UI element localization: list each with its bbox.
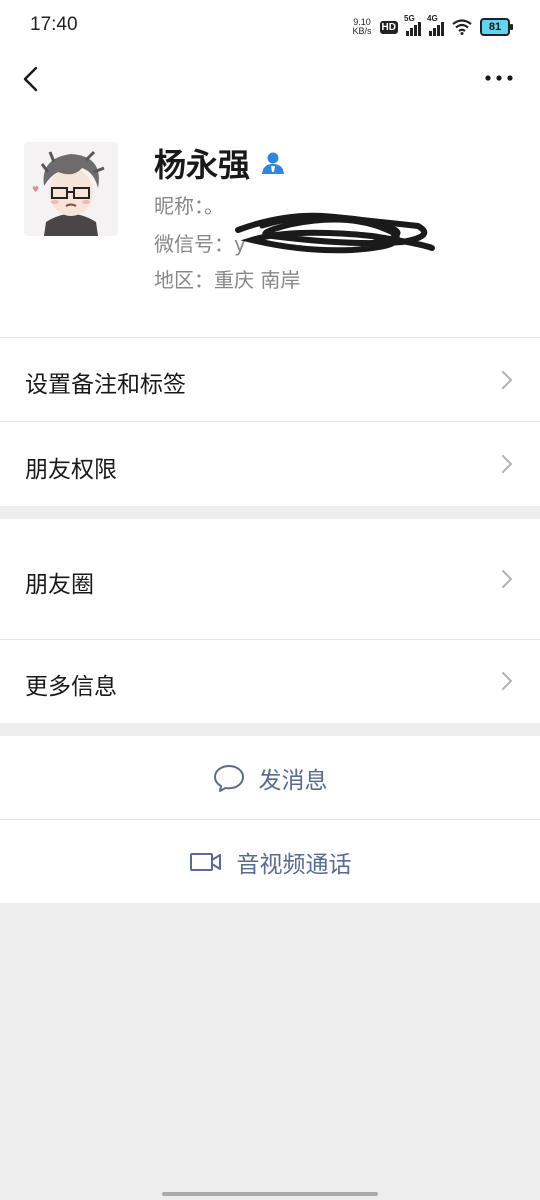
signal-5g-label: 5G [404,14,415,23]
wifi-icon [452,19,472,35]
avatar[interactable]: ♥ [24,142,118,236]
chevron-right-icon [502,455,512,473]
hd-icon: HD [379,20,398,34]
signal-4g-icon: 4G [427,14,444,36]
network-speed: 9.10 KB/s [353,18,372,36]
contact-name: 杨永强 [154,146,251,184]
chat-bubble-icon [213,764,244,792]
av-call-label: 音视频通话 [236,851,352,878]
moments-item[interactable]: 朋友圈 [0,519,540,639]
network-speed-unit: KB/s [352,26,372,36]
remark-tags-item[interactable]: 设置备注和标签 [0,338,540,421]
moments-label: 朋友圈 [25,572,94,598]
nickname-text: 昵称：。 [154,194,224,218]
back-arrow-icon[interactable] [16,62,46,96]
region-text: 地区：重庆 南岸 [154,268,301,292]
av-call-button[interactable]: 音视频通话 [0,820,540,903]
remark-tags-label: 设置备注和标签 [25,372,186,398]
svg-text:♥: ♥ [32,185,39,194]
redaction-scribble [235,212,435,254]
nav-bar [0,54,540,104]
chevron-right-icon [502,570,512,588]
status-icons: 9.10 KB/s HD 5G 4G 81 [353,14,513,40]
signal-5g-icon: 5G [404,14,421,36]
status-bar: 17:40 9.10 KB/s HD 5G 4G 81 [0,0,540,54]
battery-icon: 81 [480,18,513,36]
send-message-button[interactable]: 发消息 [0,736,540,819]
friend-permissions-label: 朋友权限 [25,457,117,483]
send-message-label: 发消息 [258,767,328,794]
home-indicator[interactable] [162,1192,378,1196]
person-badge-icon [262,152,285,174]
video-camera-icon [189,852,221,871]
more-info-label: 更多信息 [25,674,117,700]
friend-permissions-item[interactable]: 朋友权限 [0,422,540,506]
status-time: 17:40 [30,14,78,35]
chevron-right-icon [502,672,512,690]
more-options-icon[interactable] [484,66,514,90]
signal-4g-label: 4G [427,14,438,23]
more-info-item[interactable]: 更多信息 [0,640,540,723]
name-row: 杨永强 [154,140,286,186]
avatar-cartoon-image: ♥ [24,142,118,236]
chevron-right-icon [502,371,512,389]
profile-card: ♥ 杨永强 昵称：。 微信号：y 地区：重庆 南岸 [0,104,540,338]
